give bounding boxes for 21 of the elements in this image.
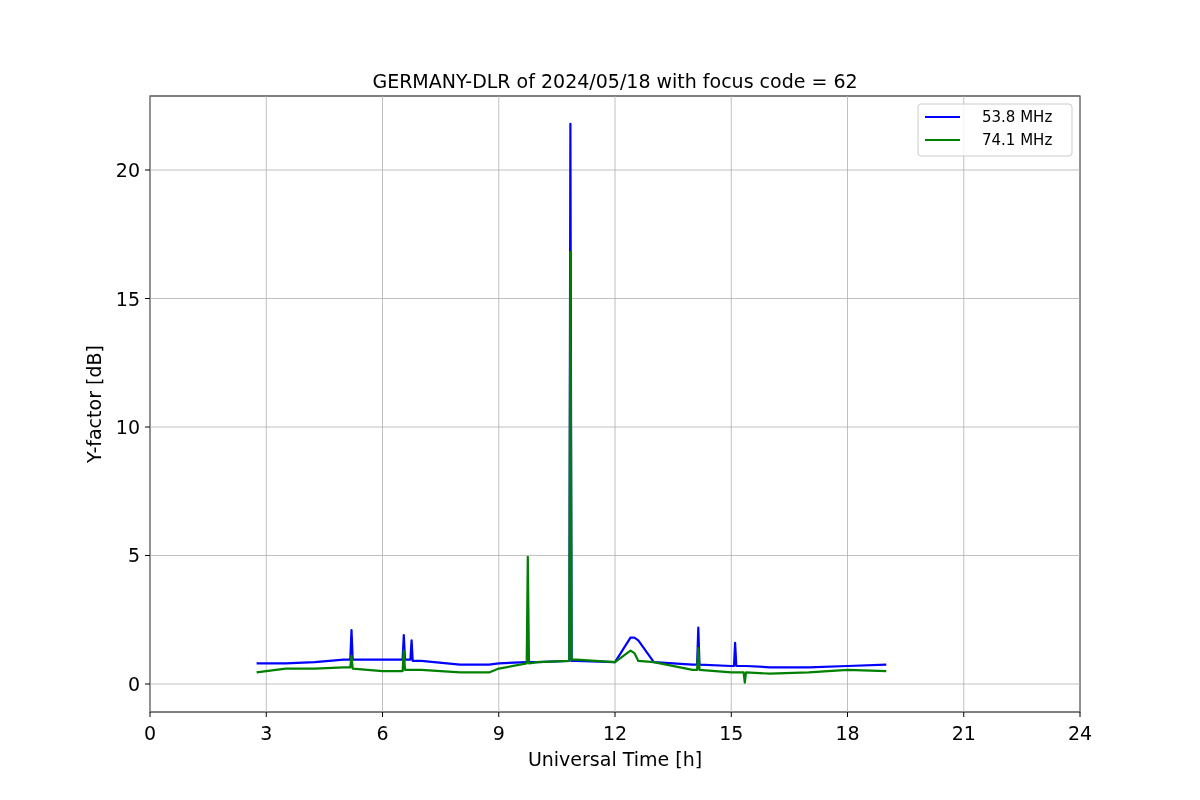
y-tick-label: 5 <box>127 544 140 567</box>
y-tick-label: 0 <box>127 673 140 695</box>
x-tick-label: 3 <box>260 722 273 744</box>
x-tick-label: 6 <box>376 722 389 744</box>
x-tick-label: 9 <box>492 722 505 744</box>
legend-line <box>924 139 961 141</box>
legend-label: 53.8 MHz <box>982 108 1053 126</box>
y-tick-label: 10 <box>115 416 140 438</box>
x-tick-label: 0 <box>143 722 157 744</box>
y-axis-label: Y-factor [dB] <box>83 345 105 463</box>
x-tick-label: 12 <box>602 722 628 744</box>
x-tick-label: 15 <box>719 722 744 744</box>
y-tick-label: 20 <box>115 159 140 181</box>
chart-title: GERMANY-DLR of 2024/05/18 with focus code = 62 <box>372 70 858 92</box>
x-tick-label: 21 <box>951 722 976 744</box>
legend-label: 74.1 MHz <box>982 131 1053 149</box>
legend-line <box>924 116 961 118</box>
x-axis-label: Universal Time [h] <box>527 748 703 770</box>
x-tick-label: 18 <box>835 722 860 744</box>
y-tick-label: 15 <box>115 287 140 310</box>
x-tick-label: 24 <box>1067 722 1093 744</box>
